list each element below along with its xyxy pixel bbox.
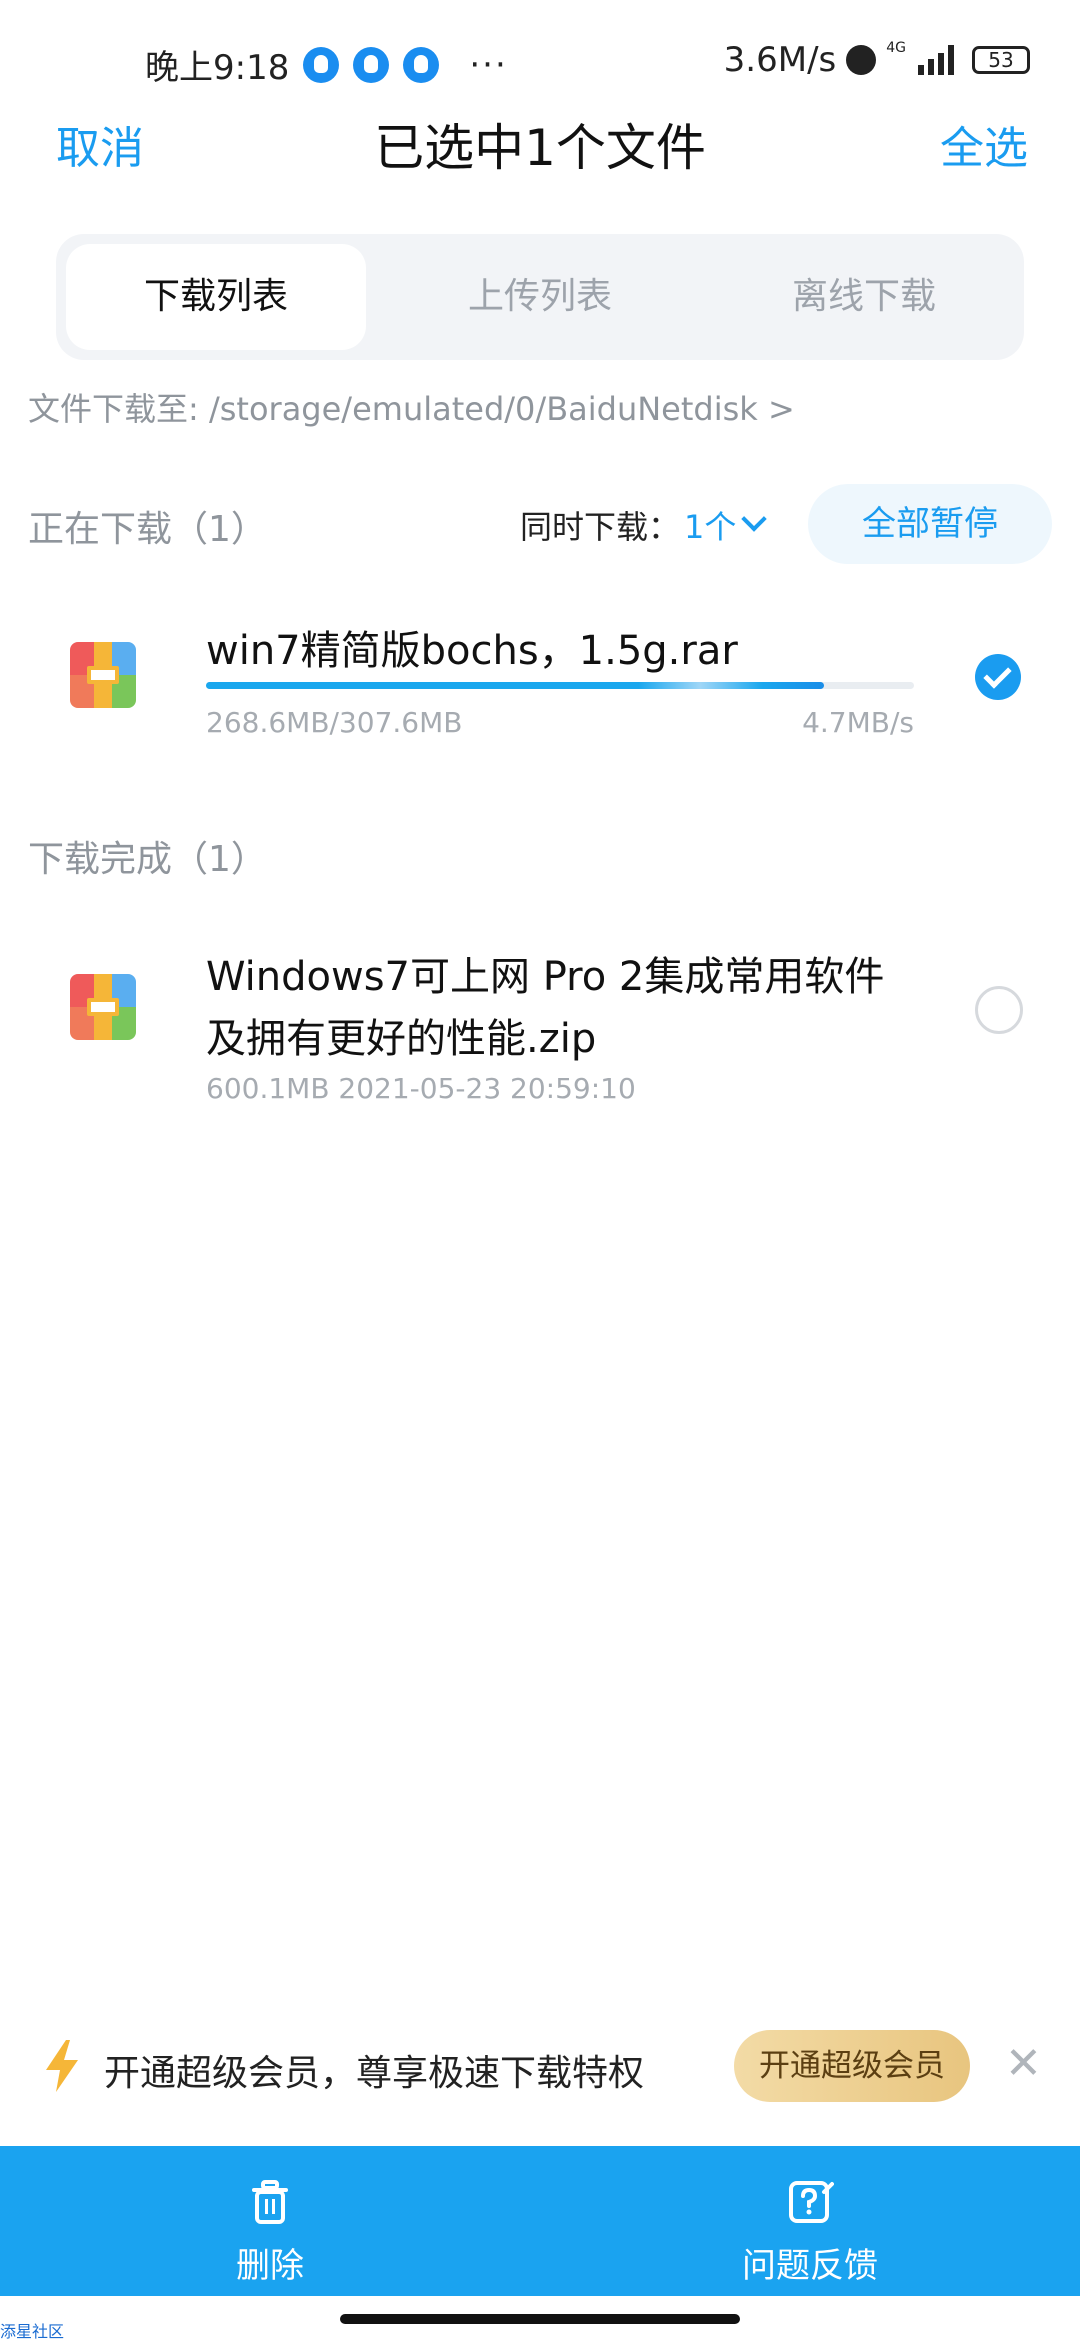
feedback-button[interactable]: 问题反馈 <box>540 2146 1080 2296</box>
completed-file-name-line2[interactable]: 及拥有更好的性能.zip <box>206 1006 596 1064</box>
concurrent-value-dropdown[interactable]: 1个 <box>684 502 736 548</box>
network-type: 4G <box>886 40 906 56</box>
bottom-action-bar: 删除 问题反馈 <box>0 2146 1080 2296</box>
tab-upload-list[interactable]: 上传列表 <box>390 244 690 350</box>
delete-button[interactable]: 删除 <box>0 2146 540 2296</box>
feedback-label: 问题反馈 <box>742 2246 878 2286</box>
tab-bar: 下载列表 上传列表 离线下载 <box>56 234 1024 360</box>
page-title: 已选中1个文件 <box>374 119 706 177</box>
downloading-file-name[interactable]: win7精简版bochs，1.5g.rar <box>206 618 738 676</box>
select-all-button[interactable]: 全选 <box>940 112 1028 176</box>
tab-offline-download[interactable]: 离线下载 <box>714 244 1014 350</box>
pause-all-button[interactable]: 全部暂停 <box>808 484 1052 564</box>
zip-file-icon <box>70 642 136 708</box>
open-vip-button[interactable]: 开通超级会员 <box>734 2030 970 2102</box>
completed-file-name-line1[interactable]: Windows7可上网 Pro 2集成常用软件 <box>206 944 884 1002</box>
qq-notification-icon <box>403 46 440 83</box>
unselected-checkbox[interactable] <box>975 986 1023 1034</box>
network-speed: 3.6M/s <box>723 40 837 80</box>
download-progress-text: 268.6MB/307.6MB <box>206 706 463 739</box>
zip-file-icon <box>70 974 136 1040</box>
signal-icon <box>918 45 954 75</box>
downloading-section-title: 正在下载（1） <box>28 509 267 550</box>
download-progress-bar <box>206 682 914 689</box>
concurrent-label: 同时下载： <box>520 508 681 546</box>
completed-section-title: 下载完成（1） <box>28 839 267 880</box>
lightning-icon <box>46 2040 78 2092</box>
delete-label: 删除 <box>236 2246 304 2286</box>
download-path-link[interactable]: 文件下载至: /storage/emulated/0/BaiduNetdisk … <box>28 384 795 430</box>
status-bar-right: 3.6M/s 4G 53 <box>724 40 1030 80</box>
feedback-icon <box>789 2181 834 2223</box>
mute-icon <box>846 45 877 75</box>
home-indicator[interactable] <box>340 2314 740 2324</box>
close-icon[interactable]: ✕ <box>1005 2042 1042 2086</box>
completed-file-meta: 600.1MB 2021-05-23 20:59:10 <box>206 1072 636 1105</box>
more-notifications-icon: ··· <box>469 44 508 85</box>
watermark-text: 添星社区 <box>0 2322 65 2341</box>
promo-text: 开通超级会员，尊享极速下载特权 <box>104 2053 645 2094</box>
chevron-down-icon[interactable] <box>741 506 767 532</box>
qq-notification-icon <box>353 46 390 83</box>
qq-notification-icon <box>303 46 340 83</box>
battery-level: 53 <box>988 48 1014 72</box>
selected-checkbox[interactable] <box>975 654 1021 700</box>
tab-download-list[interactable]: 下载列表 <box>66 244 366 350</box>
download-progress-fill <box>206 682 825 689</box>
trash-icon <box>252 2180 288 2224</box>
download-speed: 4.7MB/s <box>802 706 914 739</box>
status-time: 晚上9:18 <box>145 48 290 88</box>
status-bar-left: 晚上9:18 ··· <box>145 40 508 89</box>
battery-icon: 53 <box>972 46 1030 74</box>
